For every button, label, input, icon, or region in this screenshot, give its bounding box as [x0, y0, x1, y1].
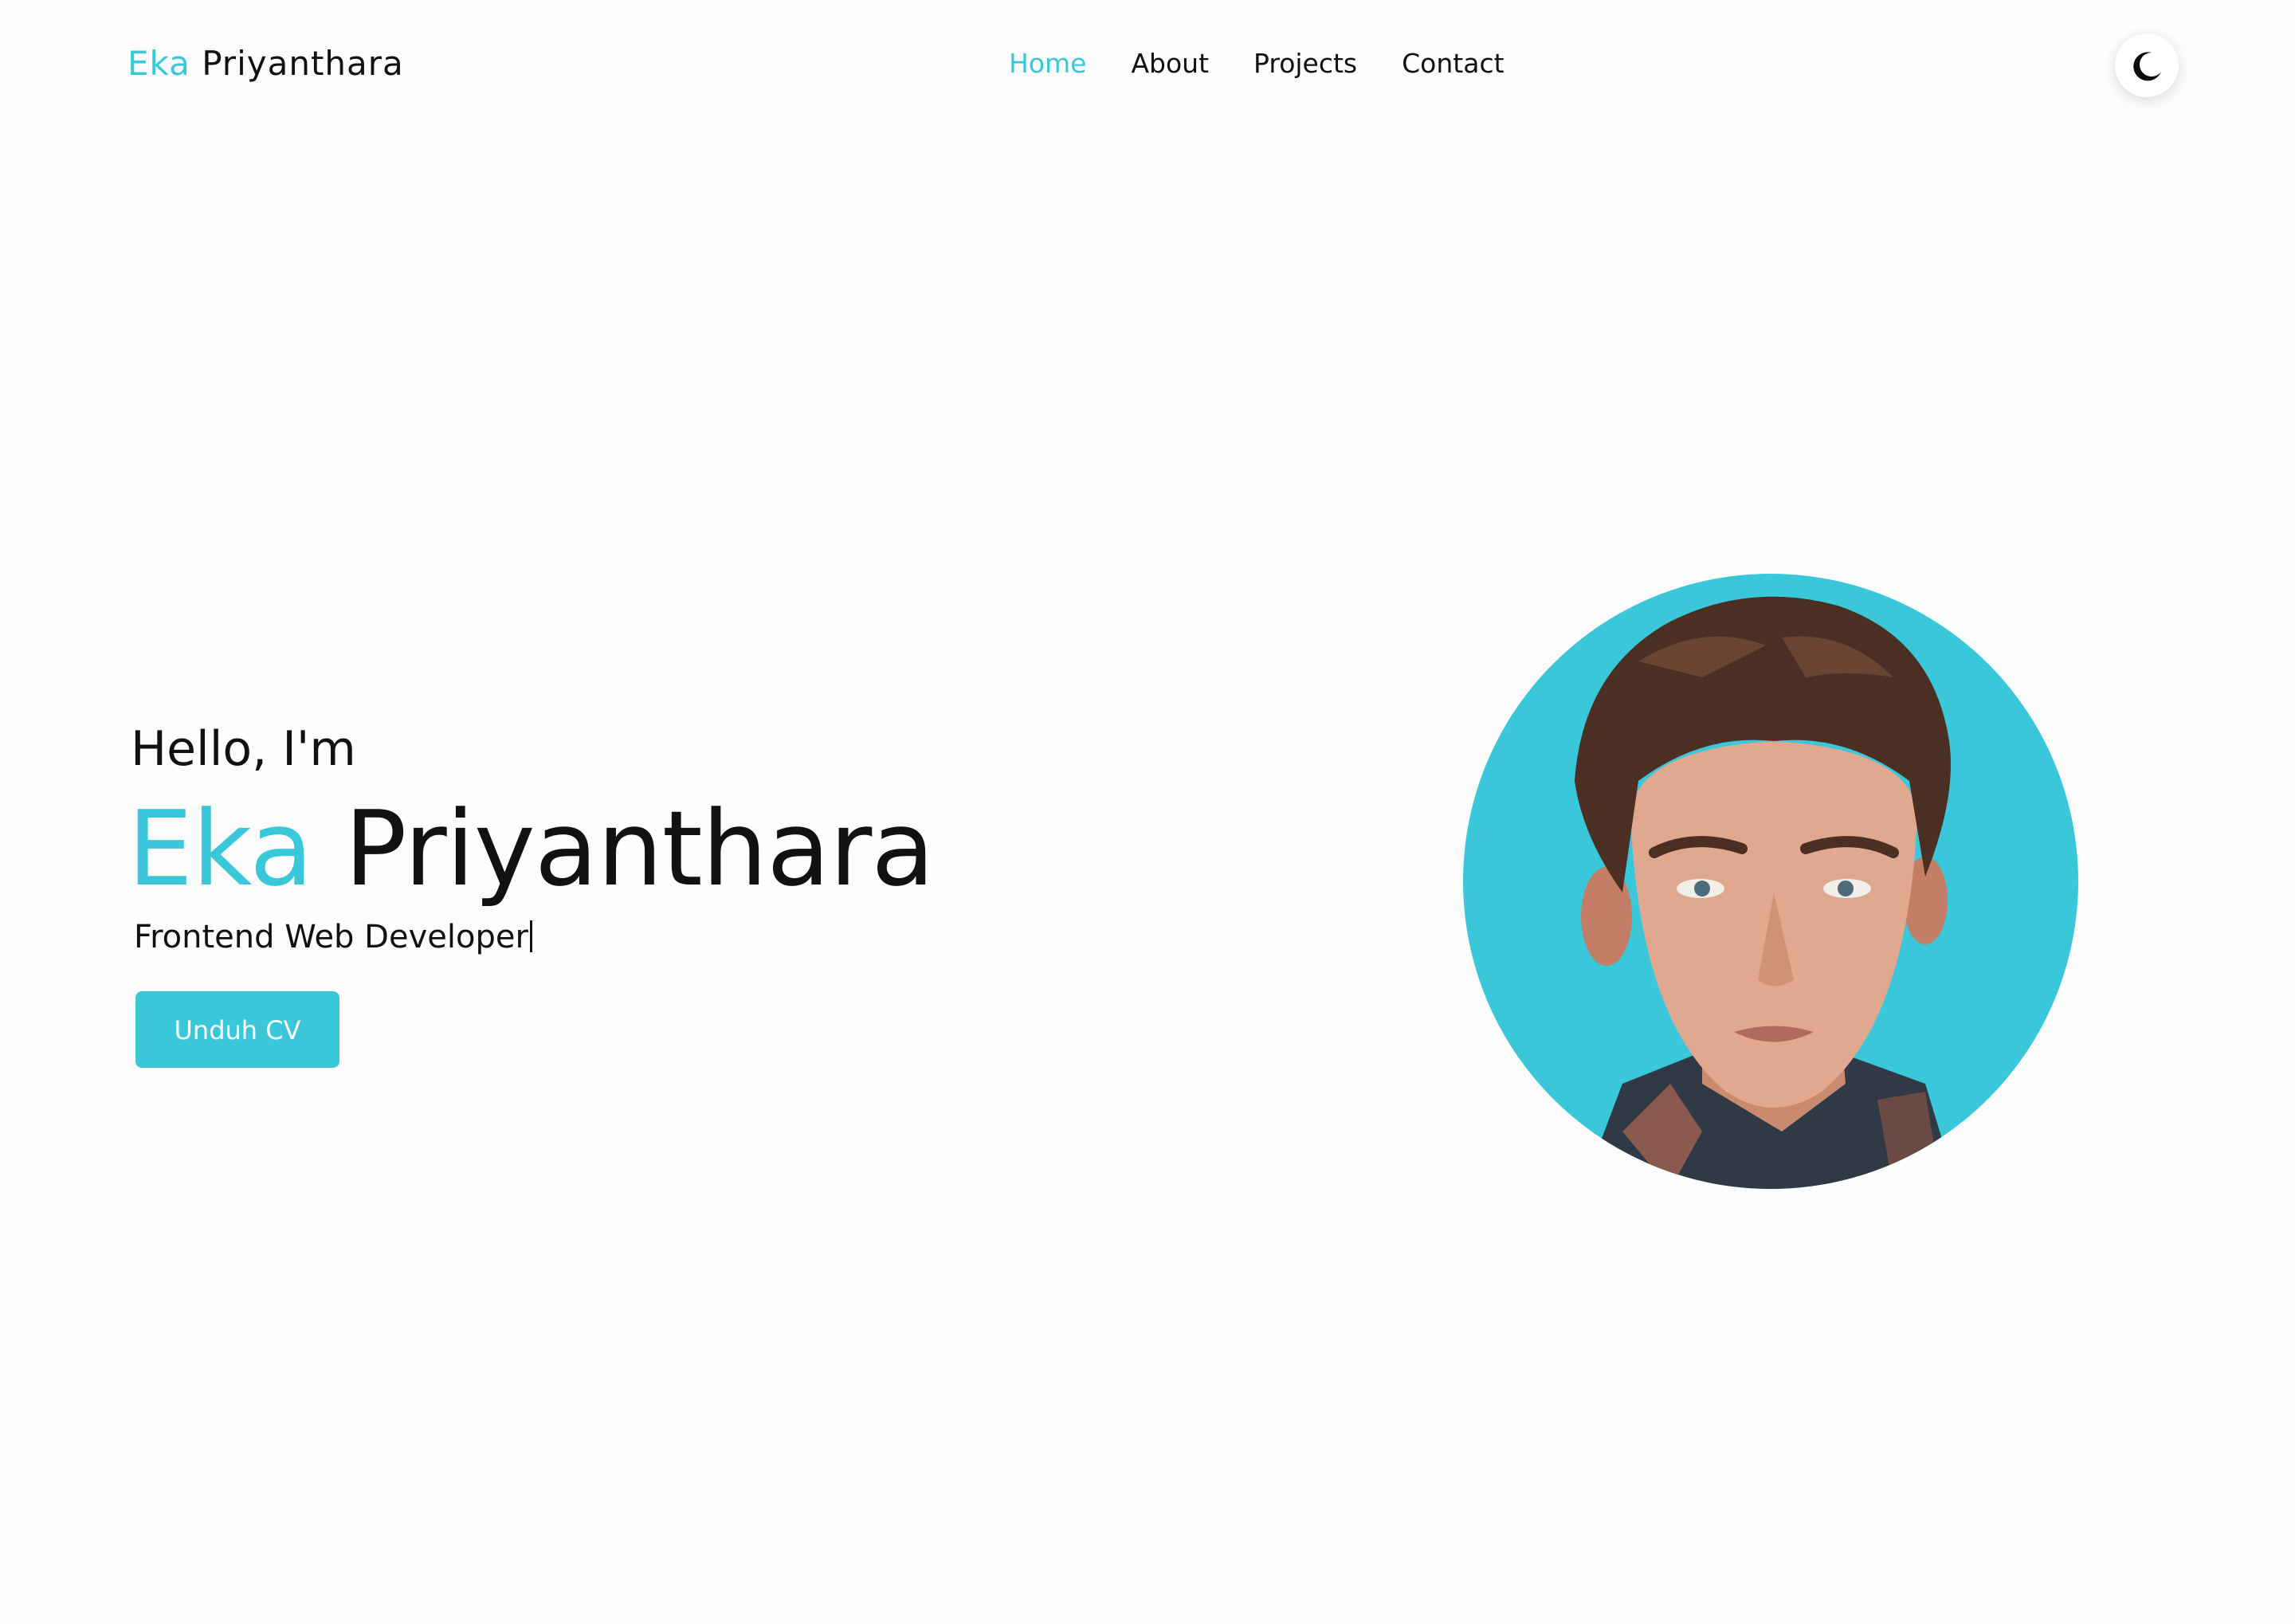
nav-link-projects[interactable]: Projects: [1253, 45, 1357, 83]
nav-menu: Home About Projects Contact: [1009, 45, 1549, 83]
navbar: Eka Priyanthara Home About Projects Cont…: [0, 0, 2295, 127]
hero-name: Eka Priyanthara: [128, 788, 935, 909]
brand-first-name: Eka: [128, 44, 190, 83]
download-cv-button[interactable]: Unduh CV: [135, 991, 339, 1068]
hero-last-name: Priyanthara: [344, 788, 935, 909]
nav-link-contact[interactable]: Contact: [1402, 45, 1504, 83]
typing-cursor: [529, 920, 532, 952]
hero-first-name: Eka: [128, 788, 313, 909]
hero-role: Frontend Web Developer: [134, 915, 532, 959]
brand-logo[interactable]: Eka Priyanthara: [128, 43, 404, 84]
nav-link-about[interactable]: About: [1131, 45, 1209, 83]
hero-role-text: Frontend Web Developer: [134, 919, 528, 955]
brand-last-name: Priyanthara: [202, 44, 404, 83]
avatar-photo: [1575, 596, 1957, 1189]
profile-photo: [1463, 574, 2078, 1189]
hero-greeting: Hello, I'm: [131, 721, 356, 777]
nav-link-home[interactable]: Home: [1009, 45, 1086, 83]
page: Eka Priyanthara Home About Projects Cont…: [0, 0, 2295, 1624]
moon-icon: [2133, 52, 2161, 81]
theme-toggle-button[interactable]: [2115, 33, 2179, 97]
